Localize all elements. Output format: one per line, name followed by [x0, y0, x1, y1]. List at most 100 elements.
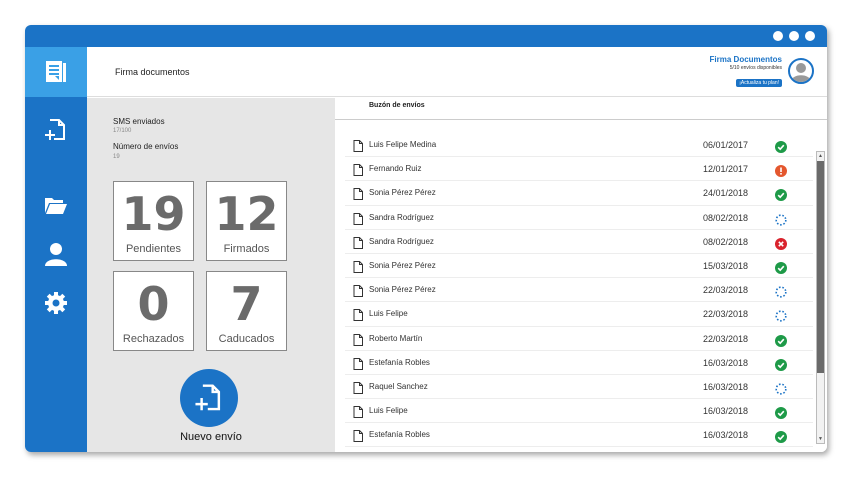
- upgrade-plan-link[interactable]: ¡Actualiza tu plan!: [736, 79, 782, 87]
- row-date: 22/03/2018: [703, 285, 749, 296]
- card-pendientes[interactable]: 19 Pendientes: [113, 181, 194, 261]
- gear-icon: [45, 292, 67, 314]
- page-header: Firma documentos Firma Documentos 5/10 e…: [87, 47, 827, 97]
- signed-check-icon: [775, 140, 787, 153]
- table-row[interactable]: Luis Felipe Medina 06/01/2017: [345, 133, 813, 158]
- table-row[interactable]: Sandra Rodríguez 08/02/2018: [345, 230, 813, 254]
- menu-dot[interactable]: [805, 31, 815, 41]
- envios-value: 19: [113, 154, 120, 160]
- sidebar: [25, 47, 87, 452]
- table-row[interactable]: Sonia Pérez Pérez 22/03/2018: [345, 278, 813, 303]
- table-row[interactable]: Sonia Pérez Pérez 24/01/2018: [345, 181, 813, 206]
- row-name: Roberto Martín: [369, 333, 423, 343]
- new-envio-button[interactable]: [180, 369, 238, 427]
- document-icon: [353, 163, 363, 181]
- card-firmados[interactable]: 12 Firmados: [206, 181, 287, 261]
- table-row[interactable]: Luis Felipe 16/03/2018: [345, 399, 813, 424]
- card-caducados[interactable]: 7 Caducados: [206, 271, 287, 351]
- row-name: Sonia Pérez Pérez: [369, 285, 436, 295]
- card-rechazados[interactable]: 0 Rechazados: [113, 271, 194, 351]
- document-icon: [353, 405, 363, 423]
- signed-check-icon: [775, 430, 787, 444]
- row-date: 24/01/2018: [703, 188, 749, 199]
- table-row[interactable]: Fernando Ruiz 12/01/2017: [345, 157, 813, 182]
- document-icon: [353, 139, 363, 157]
- user-name: Firma Documentos: [709, 55, 782, 64]
- row-date: 08/02/2018: [703, 212, 749, 223]
- envios-disponibles: 5/10 envíos disponibles: [729, 65, 782, 71]
- document-icon: [353, 187, 363, 205]
- row-name: Estefanía Robles: [369, 357, 430, 367]
- table-row[interactable]: Estefanía Robles 16/03/2018: [345, 423, 813, 448]
- scrollbar[interactable]: ▲ ▼: [816, 151, 825, 444]
- row-date: 06/01/2017: [703, 140, 749, 150]
- sidebar-item-settings[interactable]: [25, 278, 87, 328]
- signed-check-icon: [775, 334, 787, 347]
- document-icon: [353, 236, 363, 254]
- table-row[interactable]: Roberto Martín 22/03/2018: [345, 327, 813, 351]
- scroll-down-icon[interactable]: ▼: [817, 435, 824, 443]
- inbox-panel: Buzón de envíos Luis Felipe Medina 06/01/…: [335, 98, 827, 452]
- user-info: Firma Documentos 5/10 envíos disponibles…: [710, 55, 782, 89]
- sidebar-item-new-document[interactable]: [25, 105, 87, 155]
- folder-icon: [45, 198, 67, 214]
- pending-spinner-icon: [775, 285, 787, 298]
- divider: [335, 119, 827, 120]
- menu-dot[interactable]: [789, 31, 799, 41]
- card-number: 12: [214, 187, 279, 241]
- avatar[interactable]: [788, 58, 814, 84]
- window-menu-dots[interactable]: [773, 31, 815, 41]
- row-date: 16/03/2018: [703, 381, 749, 392]
- sidebar-item-folder[interactable]: [25, 180, 87, 230]
- table-row[interactable]: Sandra Rodríguez 08/02/2018: [345, 206, 813, 230]
- row-name: Sonia Pérez Pérez: [369, 260, 436, 270]
- row-name: Sonia Pérez Pérez: [369, 188, 436, 198]
- new-envio-label[interactable]: Nuevo envío: [87, 431, 335, 443]
- row-name: Estefanía Robles: [369, 430, 430, 440]
- rejected-x-icon: [775, 237, 787, 250]
- row-date: 16/03/2018: [703, 406, 749, 417]
- page-title: Firma documentos: [115, 67, 190, 77]
- row-date: 16/03/2018: [703, 430, 749, 441]
- sidebar-item-documents[interactable]: [25, 47, 87, 97]
- card-label: Rechazados: [122, 333, 185, 345]
- document-icon: [353, 357, 363, 375]
- row-name: Sandra Rodríguez: [369, 212, 434, 222]
- document-icon: [353, 308, 363, 326]
- sms-label: SMS enviados: [113, 117, 165, 126]
- row-name: Raquel Sanchez: [369, 381, 428, 391]
- document-icon: [353, 284, 363, 302]
- signed-check-icon: [775, 406, 787, 420]
- user-icon: [45, 243, 67, 266]
- card-label: Firmados: [223, 243, 270, 255]
- sidebar-item-user[interactable]: [25, 229, 87, 279]
- scroll-up-icon[interactable]: ▲: [817, 152, 824, 160]
- pending-spinner-icon: [775, 382, 787, 395]
- menu-dot[interactable]: [773, 31, 783, 41]
- table-row[interactable]: Luis Felipe 22/03/2018: [345, 302, 813, 327]
- row-name: Luis Felipe: [369, 406, 408, 416]
- table-row[interactable]: Estefanía Robles 16/03/2018: [345, 351, 813, 375]
- add-document-icon: [45, 119, 65, 140]
- signed-check-icon: [775, 261, 787, 274]
- stats-panel: SMS enviados 17/100 Número de envíos 19 …: [87, 98, 335, 452]
- warning-icon: [775, 164, 787, 178]
- card-number: 7: [230, 277, 263, 331]
- user-avatar-icon: [791, 63, 811, 82]
- row-date: 15/03/2018: [703, 260, 749, 271]
- app-window: Firma documentos Firma Documentos 5/10 e…: [25, 25, 827, 452]
- envios-label: Número de envíos: [113, 142, 179, 151]
- table-row[interactable]: Sonia Pérez Pérez 15/03/2018: [345, 254, 813, 279]
- inbox-title: Buzón de envíos: [369, 102, 425, 109]
- scroll-thumb[interactable]: [817, 161, 824, 373]
- document-list-icon: [46, 61, 66, 82]
- document-icon: [353, 381, 363, 399]
- row-date: 16/03/2018: [703, 357, 749, 368]
- table-row[interactable]: Raquel Sanchez 16/03/2018: [345, 375, 813, 400]
- pending-spinner-icon: [775, 309, 787, 322]
- card-number: 0: [137, 277, 170, 331]
- document-icon: [353, 429, 363, 447]
- row-name: Luis Felipe: [369, 309, 408, 319]
- row-name: Sandra Rodríguez: [369, 236, 434, 246]
- row-date: 22/03/2018: [703, 333, 749, 344]
